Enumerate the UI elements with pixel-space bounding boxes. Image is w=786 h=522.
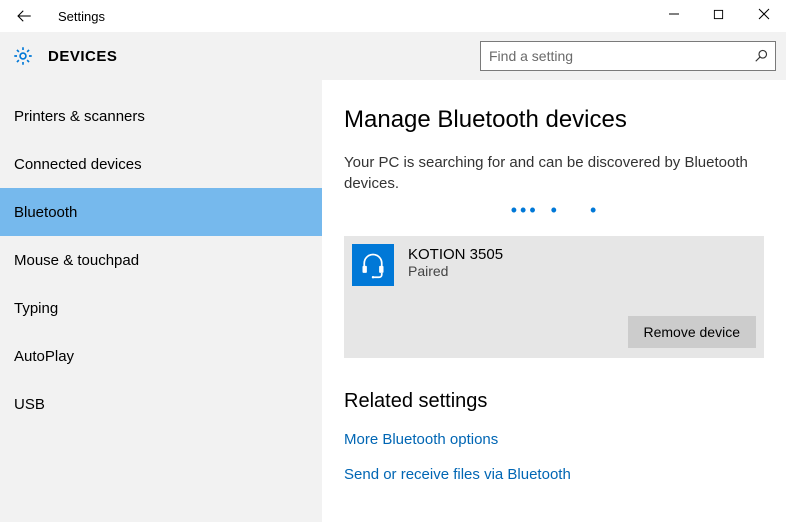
link-send-receive-files[interactable]: Send or receive files via Bluetooth — [344, 466, 764, 483]
sidebar-item-bluetooth[interactable]: Bluetooth — [0, 188, 322, 236]
search-input[interactable] — [480, 41, 776, 71]
search-icon — [754, 49, 768, 63]
minimize-icon — [668, 8, 680, 20]
sidebar-item-label: USB — [14, 396, 45, 413]
title-bar-left: Settings — [10, 0, 105, 32]
related-settings: Related settings More Bluetooth options … — [344, 390, 764, 483]
window-controls — [651, 0, 786, 28]
content-pane: Manage Bluetooth devices Your PC is sear… — [322, 80, 786, 522]
app-title: Settings — [58, 9, 105, 24]
back-button[interactable] — [10, 2, 38, 30]
close-icon — [758, 8, 770, 20]
arrow-left-icon — [15, 7, 33, 25]
related-heading: Related settings — [344, 390, 764, 413]
maximize-icon — [713, 9, 724, 20]
sidebar-item-connected-devices[interactable]: Connected devices — [0, 140, 322, 188]
gear-icon — [12, 45, 34, 67]
sidebar-item-typing[interactable]: Typing — [0, 284, 322, 332]
sidebar: Printers & scanners Connected devices Bl… — [0, 80, 322, 522]
sidebar-item-label: Mouse & touchpad — [14, 252, 139, 269]
sidebar-item-label: Printers & scanners — [14, 108, 145, 125]
header-left: DEVICES — [12, 45, 117, 67]
title-bar: Settings — [0, 0, 786, 32]
body-row: Printers & scanners Connected devices Bl… — [0, 80, 786, 522]
page-title: DEVICES — [48, 48, 117, 65]
bluetooth-status-text: Your PC is searching for and can be disc… — [344, 152, 754, 194]
device-status: Paired — [408, 263, 503, 279]
device-row: KOTION 3505 Paired — [352, 244, 756, 286]
sidebar-item-label: Connected devices — [14, 156, 142, 173]
sidebar-item-mouse-touchpad[interactable]: Mouse & touchpad — [0, 236, 322, 284]
content-heading: Manage Bluetooth devices — [344, 106, 764, 134]
remove-device-button[interactable]: Remove device — [628, 316, 757, 348]
settings-window: Settings DEVICES — [0, 0, 786, 522]
sidebar-item-label: AutoPlay — [14, 348, 74, 365]
maximize-button[interactable] — [696, 0, 741, 28]
sidebar-item-autoplay[interactable]: AutoPlay — [0, 332, 322, 380]
device-actions: Remove device — [352, 316, 756, 348]
close-button[interactable] — [741, 0, 786, 28]
minimize-button[interactable] — [651, 0, 696, 28]
link-more-bluetooth-options[interactable]: More Bluetooth options — [344, 431, 764, 448]
headset-icon — [352, 244, 394, 286]
searching-indicator: ••••• — [344, 200, 764, 218]
header-band: DEVICES — [0, 32, 786, 80]
search-wrapper — [480, 41, 776, 71]
sidebar-item-printers-scanners[interactable]: Printers & scanners — [0, 92, 322, 140]
device-info: KOTION 3505 Paired — [408, 244, 503, 279]
device-card[interactable]: KOTION 3505 Paired Remove device — [344, 236, 764, 358]
sidebar-item-label: Bluetooth — [14, 204, 77, 221]
sidebar-item-usb[interactable]: USB — [0, 380, 322, 428]
sidebar-item-label: Typing — [14, 300, 58, 317]
device-name: KOTION 3505 — [408, 246, 503, 263]
